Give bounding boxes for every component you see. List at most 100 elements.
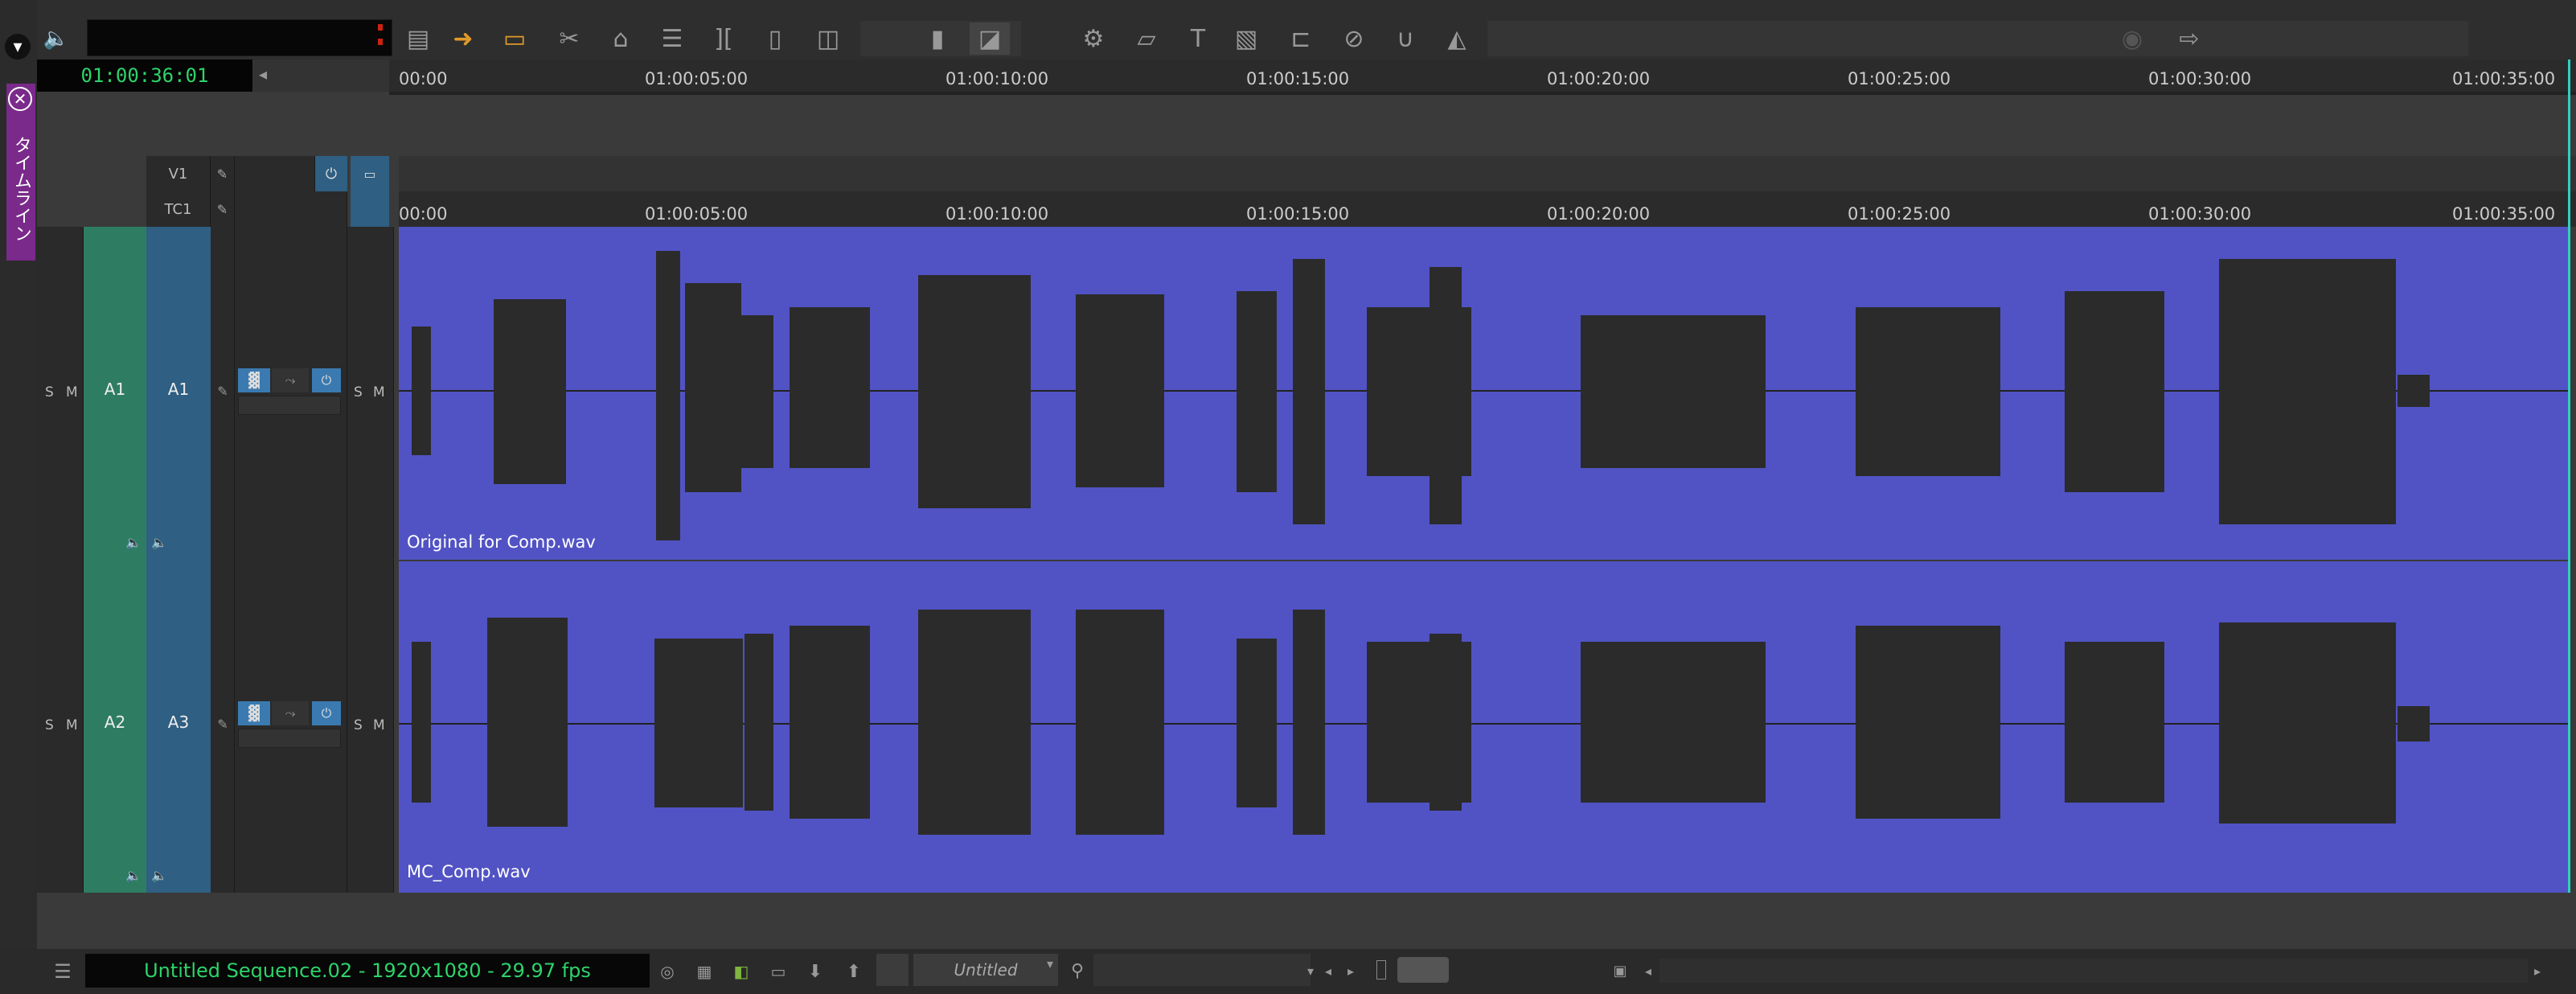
track-tc1-record[interactable]: TC1 [146,191,211,227]
speaker-icon[interactable]: 🔈 [124,532,143,552]
warp-icon[interactable]: ◭ [1441,23,1473,55]
mute-button[interactable]: M [373,717,385,733]
monitor-toggle[interactable]: ⏻ [312,701,341,725]
menu-chevron-icon[interactable]: ▾ [5,34,31,60]
v1-monitor-button[interactable]: ⏻ [315,156,347,191]
search-icon[interactable]: ⚲ [1063,955,1092,986]
fill-icon[interactable]: ▧ [1230,23,1262,55]
settings-icon[interactable]: ⚙ [1077,23,1110,55]
clip-name: Original for Comp.wav [407,532,596,552]
bin-toggle[interactable] [876,954,909,986]
timeline-top-space [37,95,2576,156]
v1-video-monitor[interactable]: ▭ [351,156,389,191]
record-icon[interactable]: ◉ [2116,23,2148,55]
mute-button[interactable]: M [373,384,385,400]
track-a1-record[interactable]: A1 🔈 [146,227,211,560]
export-icon[interactable]: ⇨ [2169,23,2209,55]
track-a3-record[interactable]: A3 🔈 [146,560,211,893]
split-icon[interactable]: ▯ [759,23,791,55]
waveform-toggle[interactable]: ▓ [238,368,270,392]
bin-menu[interactable]: Untitled [913,954,1058,986]
lift-icon[interactable]: ➜ [447,23,479,55]
speaker-icon[interactable]: 🔈 [124,865,143,885]
scroll-right-icon[interactable]: ▸ [2529,957,2545,984]
timeline-scrollbar[interactable] [1659,959,2528,983]
top-timecode-ruler[interactable]: 00:00 01:00:05:00 01:00:10:00 01:00:15:0… [389,60,2576,92]
track-v1-controls [235,156,315,191]
track-a1-edit[interactable]: ✎ [211,227,235,560]
track-a3-edit[interactable]: ✎ [211,560,235,893]
monitor-toggle[interactable]: ⏻ [312,368,341,392]
scroll-left-icon[interactable]: ◂ [1640,957,1656,984]
pencil-icon[interactable]: ✎ [211,156,235,191]
monitor-icon[interactable]: ▭ [764,957,793,986]
pencil-icon[interactable]: ✎ [211,191,235,227]
zoom-handle[interactable] [1376,960,1386,980]
dropdown-arrow-icon[interactable]: ▾ [1042,955,1058,971]
scroll-left-icon[interactable]: ◂ [1320,957,1336,984]
v1-track-area[interactable] [399,156,2576,191]
trim-icon[interactable]: ⌂ [605,23,637,55]
pencil-icon[interactable]: ✎ [213,381,232,400]
track-meter [238,729,341,748]
track-toggle-icon[interactable]: ▣ [1608,957,1632,984]
effect-icon[interactable]: ▱ [1130,23,1163,55]
speaker-icon[interactable]: 🔈 [40,23,72,55]
scroll-right-icon[interactable]: ▸ [1343,957,1359,984]
mute-button[interactable]: M [66,717,78,733]
segment-mode-icon[interactable]: ▤ [402,23,434,55]
sequence-info: Untitled Sequence.02 - 1920x1080 - 29.97… [85,954,650,988]
gap-icon[interactable]: ⊏ [1285,23,1317,55]
disable-icon[interactable]: ⊘ [1338,23,1370,55]
timeline-ruler[interactable]: 00:00 01:00:05:00 01:00:10:00 01:00:15:0… [399,191,2576,227]
arrow-down-icon[interactable]: ⬇ [801,957,830,986]
timecode-readout: 01:00:36:01 [37,60,252,92]
waveform-icon: ▓ [248,704,260,722]
color-icon[interactable]: ◧ [727,957,756,986]
speaker-icon[interactable]: 🔈 [150,865,169,885]
keyframe-toggle[interactable]: ⤳ [272,368,309,392]
zoom-slider[interactable] [1397,957,1449,983]
track-a2-source[interactable]: A2 🔈 [84,560,146,893]
solo-button[interactable]: S [45,717,54,733]
overwrite-icon[interactable]: ◪ [970,23,1010,55]
solo-button[interactable]: S [354,717,363,733]
title-text-icon[interactable]: T [1182,23,1214,55]
arrow-up-icon[interactable]: ⬆ [839,957,868,986]
monitor-icon: ▭ [363,166,376,182]
layout-icon[interactable]: ▦ [690,957,719,986]
search-input[interactable] [1093,954,1311,986]
source-track-label: A2 [104,713,126,732]
tc1-monitor[interactable] [351,191,389,227]
dropdown-arrow-icon[interactable]: ▾ [1302,957,1319,984]
clip-a1[interactable]: Original for Comp.wav [399,227,2570,560]
track-a3-record-solo-mute: S M [347,560,394,893]
pencil-icon[interactable]: ✎ [213,714,232,733]
segment-icon[interactable]: ☰ [656,23,688,55]
curve-icon[interactable]: ∪ [1389,23,1421,55]
playhead[interactable] [2568,60,2570,893]
ruler-label: 00:00 [399,204,448,224]
solo-button[interactable]: S [354,384,363,400]
clip-a3[interactable]: MC_Comp.wav [399,561,2570,893]
power-icon: ⏻ [325,165,338,183]
close-icon[interactable]: ✕ [8,87,32,111]
record-indicator [378,24,383,31]
match-icon[interactable]: ◫ [812,23,844,55]
extract-icon[interactable]: ▭ [498,23,531,55]
speaker-icon[interactable]: 🔈 [150,532,169,552]
waveform-toggle[interactable]: ▓ [238,701,270,725]
track-v1-record[interactable]: V1 [146,156,211,191]
razor-icon[interactable]: ✂ [553,23,585,55]
fast-menu-icon[interactable]: ☰ [47,957,79,986]
solo-button[interactable]: S [45,384,54,400]
track-a1-source[interactable]: A1 🔈 [84,227,146,560]
keyframe-toggle[interactable]: ⤳ [272,701,309,725]
sync-icon[interactable]: ][ [708,23,740,55]
mute-button[interactable]: M [66,384,78,400]
ruler-label: 01:00:10:00 [945,69,1049,88]
settings-icon[interactable]: ◎ [653,957,682,986]
ruler-scroll-left[interactable]: ◂ [252,60,389,92]
source-track-label: A1 [104,380,126,399]
mark-icon[interactable]: ▮ [921,23,954,55]
